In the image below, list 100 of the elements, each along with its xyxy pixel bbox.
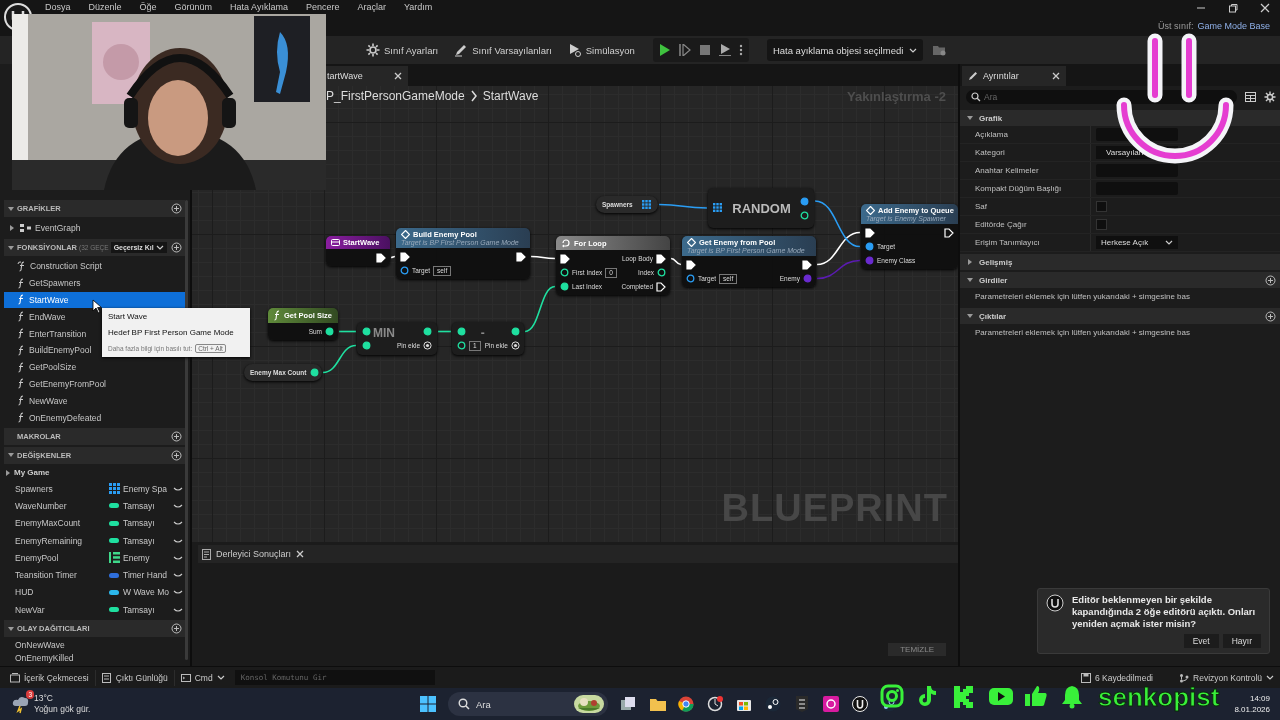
data-pin-icon[interactable]: [400, 266, 409, 275]
close-icon[interactable]: [1052, 72, 1060, 80]
add-pin-icon[interactable]: [423, 341, 432, 350]
variable-type[interactable]: Tamsayı: [123, 604, 173, 615]
variable-type[interactable]: Tamsayı: [123, 500, 173, 511]
data-pin-icon[interactable]: [362, 341, 371, 350]
table-icon[interactable]: [1245, 92, 1256, 102]
toolbar-button[interactable]: Simülasyon: [559, 39, 643, 61]
section-header[interactable]: Girdiler: [960, 272, 1280, 288]
menu-item[interactable]: Araçlar: [355, 1, 388, 14]
dispatcher-item[interactable]: OnEnemyKilled: [0, 652, 185, 666]
expanded-arrow-icon[interactable]: [7, 243, 15, 252]
collapsed-arrow-icon[interactable]: [966, 258, 974, 266]
section-header[interactable]: Grafik: [960, 110, 1280, 126]
add-pin-icon[interactable]: [510, 341, 520, 350]
variable-type[interactable]: Enemy: [123, 552, 173, 563]
more-icon[interactable]: [738, 44, 743, 56]
function-item[interactable]: StartWave: [4, 291, 185, 309]
parent-class-link[interactable]: Game Mode Base: [1197, 21, 1270, 31]
variable-type[interactable]: W Wave Mo: [123, 587, 173, 598]
wire[interactable]: [816, 259, 861, 280]
clock-app-icon[interactable]: [707, 695, 724, 713]
function-item[interactable]: GetPoolSize: [4, 358, 185, 376]
expanded-arrow-icon[interactable]: [966, 114, 974, 122]
stop-icon[interactable]: [698, 44, 711, 56]
wire[interactable]: [658, 203, 708, 209]
variable-type[interactable]: Enemy Spa: [123, 483, 173, 494]
function-item[interactable]: GetEnemyFromPool: [4, 375, 185, 393]
menu-item[interactable]: Görünüm: [172, 1, 215, 14]
section-header[interactable]: Çıktılar: [960, 308, 1280, 324]
dialog-button[interactable]: Hayır: [1222, 634, 1261, 648]
menu-item[interactable]: Pencere: [303, 1, 342, 14]
variable-type[interactable]: Tamsayı: [123, 518, 173, 529]
breadcrumb-item[interactable]: StartWave: [482, 89, 539, 103]
menu-item[interactable]: Öğe: [137, 1, 159, 14]
folder-search-icon[interactable]: [933, 44, 947, 56]
clock[interactable]: 14:09 8.01.2026: [1234, 693, 1280, 715]
expanded-arrow-icon[interactable]: [966, 276, 974, 284]
cmd-dropdown[interactable]: Cmd: [174, 672, 231, 683]
variable-name[interactable]: NewVar: [15, 604, 109, 615]
eject-icon[interactable]: [718, 44, 731, 56]
task-view-icon[interactable]: [620, 695, 637, 713]
add-icon[interactable]: [171, 430, 182, 442]
variable-name[interactable]: WaveNumber: [15, 500, 109, 511]
add-icon[interactable]: [171, 242, 182, 253]
section-header[interactable]: Gelişmiş: [960, 254, 1280, 270]
exec-pin-icon[interactable]: [944, 227, 954, 238]
data-pin-icon[interactable]: [865, 242, 874, 251]
variable-name[interactable]: EnemyMaxCount: [15, 518, 109, 529]
data-pin-icon[interactable]: [457, 341, 466, 350]
dropdown[interactable]: Herkese Açık: [1096, 236, 1178, 249]
add-icon[interactable]: [171, 449, 182, 461]
expanded-arrow-icon[interactable]: [966, 312, 974, 320]
data-pin-icon[interactable]: [423, 327, 432, 336]
menu-item[interactable]: Hata Ayıklama: [228, 1, 290, 14]
exec-pin-icon[interactable]: [656, 281, 666, 292]
data-pin-icon[interactable]: [510, 327, 520, 336]
add-icon[interactable]: [171, 623, 182, 635]
category-label[interactable]: My Game: [14, 468, 50, 478]
toolbar-button[interactable]: Sınıf Varsayılanları: [446, 39, 560, 61]
add-icon[interactable]: [1265, 310, 1276, 322]
blueprint-node[interactable]: RANDOM: [708, 188, 814, 228]
array-pin-icon[interactable]: [713, 203, 723, 213]
unsaved-button[interactable]: 6 Kaydedilmedi: [1074, 672, 1159, 683]
breadcrumb-item[interactable]: P_FirstPersonGameMode: [326, 89, 465, 103]
taskbar-search-field[interactable]: Ara: [448, 692, 608, 716]
text-field[interactable]: [1096, 164, 1178, 177]
expanded-arrow-icon[interactable]: [7, 204, 15, 213]
data-pin-icon[interactable]: [800, 210, 809, 220]
variable-type[interactable]: Tamsayı: [123, 535, 173, 546]
function-item[interactable]: Construction Script: [4, 258, 185, 275]
data-pin-icon[interactable]: [686, 274, 695, 283]
data-pin-icon[interactable]: [560, 282, 569, 291]
menu-item[interactable]: Düzenle: [86, 1, 124, 14]
function-item[interactable]: NewWave: [4, 392, 185, 410]
variable-type[interactable]: Timer Hand: [123, 570, 173, 581]
checkbox[interactable]: [1096, 201, 1107, 212]
collapsed-arrow-icon[interactable]: [8, 224, 16, 232]
data-pin-icon[interactable]: [800, 196, 809, 206]
exec-pin-icon[interactable]: [686, 259, 696, 270]
settings-icon[interactable]: [1264, 91, 1276, 103]
data-pin-icon[interactable]: [560, 268, 569, 277]
variable-name[interactable]: HUD: [15, 587, 109, 598]
exec-pin-icon[interactable]: [560, 253, 570, 264]
exec-pin-icon[interactable]: [656, 253, 666, 264]
play-icon[interactable]: [658, 44, 671, 56]
variable-name[interactable]: Teansition Timer: [15, 570, 109, 581]
document-tab[interactable]: tartWave: [326, 66, 408, 86]
checkbox[interactable]: [1096, 219, 1107, 230]
close-icon[interactable]: [296, 550, 305, 558]
browser-icon[interactable]: [678, 695, 695, 713]
restore-icon[interactable]: [1228, 3, 1238, 13]
variable-name[interactable]: EnemyRemaining: [15, 535, 109, 546]
content-drawer-button[interactable]: İçerik Çekmecesi: [4, 672, 95, 683]
exec-pin-icon[interactable]: [516, 251, 526, 262]
array-pin-icon[interactable]: [642, 199, 652, 210]
exec-pin-icon[interactable]: [376, 252, 386, 263]
close-icon[interactable]: [394, 72, 402, 80]
close-icon[interactable]: [1260, 3, 1270, 13]
wire[interactable]: [814, 200, 861, 248]
